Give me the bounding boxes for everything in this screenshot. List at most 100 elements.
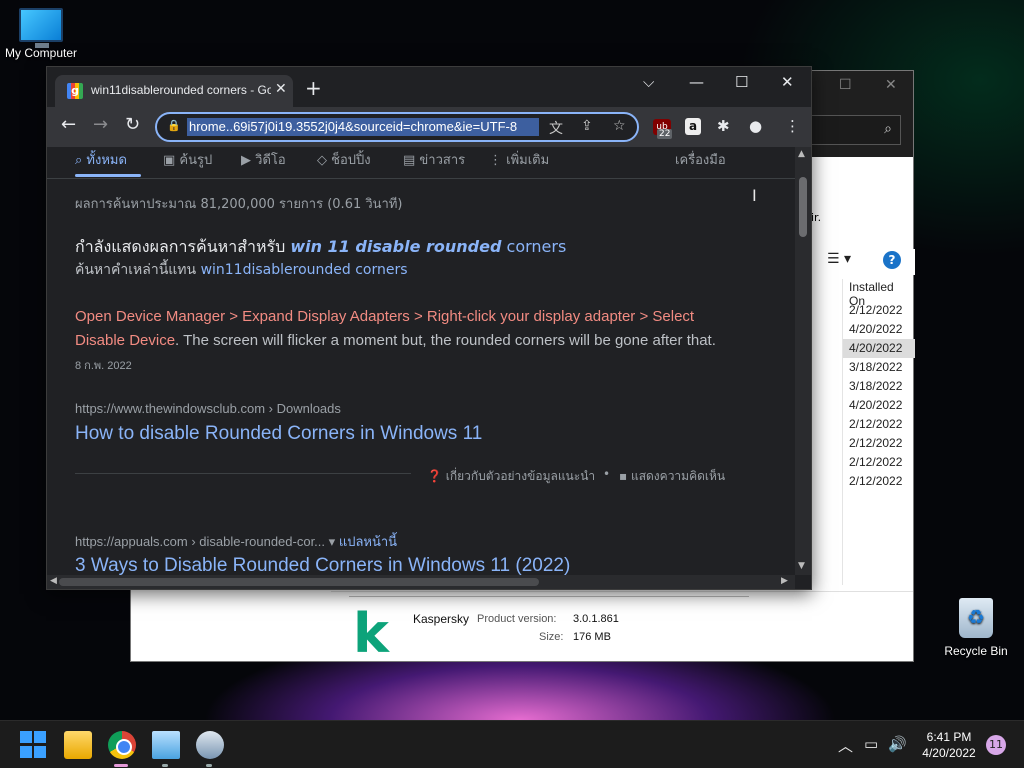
tag-icon: ◇ (317, 153, 332, 168)
about-featured-snippets-link[interactable]: ❓ เกี่ยวกับตัวอย่างข้อมูลแนะนำ (427, 467, 595, 486)
tab-label: ค้นรูป (179, 153, 213, 168)
tab-search-chevron-icon[interactable]: ⌵ (643, 73, 654, 91)
list-item[interactable]: 3/18/2022 (843, 358, 915, 377)
system-clock[interactable]: 6:41 PM 4/20/2022 (914, 729, 984, 761)
tab-news[interactable]: ▤ ข่าวสาร (403, 149, 465, 170)
close-button[interactable]: ✕ (885, 77, 897, 93)
scroll-down-arrow-icon[interactable]: ▼ (798, 561, 805, 571)
profile-icon[interactable]: ● (749, 117, 762, 135)
computer-icon (19, 8, 63, 48)
scroll-thumb[interactable] (59, 578, 539, 586)
notification-badge[interactable]: 11 (986, 735, 1006, 755)
chrome-window[interactable]: g win11disablerounded corners - Google S… (46, 66, 812, 590)
windows-logo-icon (34, 731, 46, 743)
link-label: เกี่ยวกับตัวอย่างข้อมูลแนะนำ (445, 469, 596, 483)
lock-icon[interactable]: 🔒 (167, 119, 181, 133)
back-button[interactable]: ← (61, 115, 76, 135)
help-icon: ❓ (427, 469, 446, 483)
tab-videos[interactable]: ▶ วิดีโอ (241, 149, 286, 170)
forward-button[interactable]: → (93, 115, 108, 135)
scroll-thumb[interactable] (799, 177, 807, 237)
url-text[interactable]: hrome..69i57j0i19.3552j0j4&sourceid=chro… (187, 118, 539, 136)
desktop-icon-recycle-bin[interactable]: ♻ Recycle Bin (940, 598, 1012, 658)
windows-logo-icon (20, 731, 32, 743)
list-item[interactable]: 2/12/2022 (843, 301, 915, 320)
tab-label: ข่าวสาร (419, 153, 466, 168)
network-icon[interactable]: ▭ (864, 735, 878, 753)
spelling-correction: กำลังแสดงผลการค้นหาสำหรับ win 11 disable… (75, 235, 566, 260)
corrected-query-rest[interactable]: corners (507, 237, 567, 256)
reload-button[interactable]: ↻ (125, 115, 140, 135)
result-title-link[interactable]: 3 Ways to Disable Rounded Corners in Win… (75, 555, 570, 575)
volume-icon[interactable]: 🔊 (888, 735, 907, 753)
tools-button[interactable]: เครื่องมือ (675, 149, 726, 170)
scroll-up-arrow-icon[interactable]: ▲ (798, 149, 805, 159)
result-title-link[interactable]: How to disable Rounded Corners in Window… (75, 423, 482, 445)
translate-icon[interactable]: 文 (549, 118, 563, 138)
corrected-query-bold[interactable]: win 11 disable rounded (290, 237, 501, 256)
running-app-indicator (206, 764, 212, 767)
vertical-scrollbar[interactable]: ▲ ▼ (795, 147, 811, 575)
active-app-indicator (114, 764, 128, 767)
tab-all[interactable]: ⌕ ทั้งหมด (75, 149, 127, 170)
desktop-icon-label: Recycle Bin (944, 644, 1008, 658)
file-explorer-icon[interactable] (64, 731, 92, 759)
tab-more[interactable]: ⋮ เพิ่มเติม (489, 149, 549, 170)
text-cursor-icon: I (752, 186, 757, 205)
cite-url: https://appuals.com › disable-rounded-co… (75, 534, 326, 549)
list-item[interactable]: 2/12/2022 (843, 472, 915, 491)
new-tab-button[interactable]: + (305, 78, 322, 98)
scroll-right-arrow-icon[interactable]: ▶ (781, 576, 788, 586)
details-pane: k Kaspersky Product version: 3.0.1.861 S… (331, 591, 913, 661)
news-icon: ▤ (403, 153, 420, 168)
address-bar[interactable]: 🔒 hrome..69i57j0i19.3552j0j4&sourceid=ch… (155, 112, 639, 142)
amazon-extension-icon[interactable]: a (685, 118, 701, 135)
tab-shopping[interactable]: ◇ ช็อปปิ้ง (317, 149, 371, 170)
desktop-icon-my-computer[interactable]: My Computer (2, 8, 80, 60)
tab-label: ช็อปปิ้ง (331, 153, 371, 168)
view-options-icon[interactable]: ☰ ▾ (827, 251, 851, 267)
list-item-selected[interactable]: 4/20/2022 (843, 339, 915, 358)
list-item[interactable]: 4/20/2022 (843, 320, 915, 339)
scroll-left-arrow-icon[interactable]: ◀ (50, 576, 57, 586)
tab-google-search[interactable]: g win11disablerounded corners - Google S… (55, 75, 293, 107)
menu-kebab-icon[interactable]: ⋮ (785, 117, 800, 135)
search-box[interactable]: ⌕ (811, 115, 901, 145)
product-version-label: Product version: (477, 613, 557, 625)
chrome-taskbar-icon[interactable] (108, 731, 136, 759)
horizontal-scrollbar[interactable]: ◀ ▶ (47, 575, 795, 589)
search-instead: ค้นหาคำเหล่านี้แทน win11disablerounded c… (75, 259, 408, 281)
separator-dot: • (603, 467, 611, 481)
share-icon[interactable]: ⇪ (581, 118, 593, 134)
tab-close-icon[interactable]: ✕ (275, 81, 287, 97)
search-nav: ⌕ ทั้งหมด ▣ ค้นรูป ▶ วิดีโอ ◇ ช็อปปิ้ง ▤… (47, 147, 795, 179)
setup-icon[interactable] (196, 731, 224, 759)
maximize-button[interactable]: ☐ (839, 77, 852, 93)
help-icon[interactable]: ? (883, 251, 901, 269)
control-panel-icon[interactable] (152, 731, 180, 759)
translate-page-link[interactable]: แปลหน้านี้ (339, 534, 397, 549)
feedback-link[interactable]: ▪ แสดงความคิดเห็น (619, 467, 725, 486)
maximize-button[interactable]: ☐ (735, 73, 748, 91)
windows-logo-icon (34, 746, 46, 758)
list-item[interactable]: 2/12/2022 (843, 415, 915, 434)
close-button[interactable]: ✕ (781, 73, 794, 91)
chevron-up-icon[interactable]: ︿ (838, 735, 853, 756)
divider (75, 473, 411, 474)
start-button[interactable] (20, 731, 48, 759)
result-cite[interactable]: https://www.thewindowsclub.com › Downloa… (75, 401, 341, 416)
list-item[interactable]: 2/12/2022 (843, 434, 915, 453)
minimize-button[interactable]: — (689, 73, 704, 91)
bookmark-star-icon[interactable]: ☆ (613, 118, 626, 134)
original-query-link[interactable]: win11disablerounded corners (201, 262, 408, 278)
list-item[interactable]: 4/20/2022 (843, 396, 915, 415)
kaspersky-logo-icon: k (353, 602, 389, 665)
link-label: แสดงความคิดเห็น (630, 469, 726, 483)
list-item[interactable]: 2/12/2022 (843, 453, 915, 472)
running-app-indicator (162, 764, 168, 767)
list-item[interactable]: 3/18/2022 (843, 377, 915, 396)
result-cite[interactable]: https://appuals.com › disable-rounded-co… (75, 531, 397, 552)
extensions-puzzle-icon[interactable]: ✱ (717, 117, 730, 135)
tab-images[interactable]: ▣ ค้นรูป (163, 149, 212, 170)
chevron-down-icon[interactable]: ▾ (329, 534, 336, 549)
